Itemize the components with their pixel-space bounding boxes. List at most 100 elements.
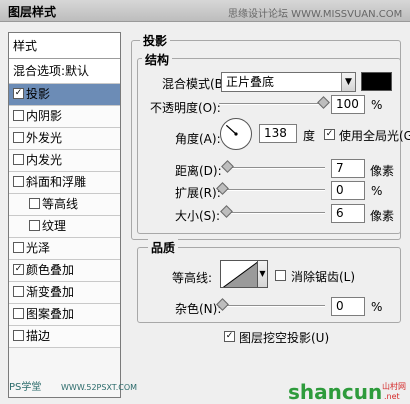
style-item-label: 内发光 bbox=[26, 153, 63, 167]
anti-alias-checkbox[interactable] bbox=[275, 270, 286, 281]
style-item[interactable]: 图案叠加 bbox=[9, 304, 120, 326]
distance-label: 距离(D): bbox=[175, 164, 222, 178]
opacity-unit: % bbox=[371, 98, 383, 112]
angle-input[interactable]: 138 bbox=[259, 124, 297, 143]
style-item-checkbox[interactable] bbox=[13, 176, 24, 187]
style-item-checkbox[interactable] bbox=[13, 308, 24, 319]
style-item-label: 外发光 bbox=[26, 131, 63, 145]
global-light-checkbox[interactable]: ✓ bbox=[324, 129, 335, 140]
chevron-down-icon: ▼ bbox=[341, 73, 355, 91]
spread-unit: % bbox=[371, 184, 383, 198]
angle-dial-indicator bbox=[225, 124, 238, 136]
global-light-label: 使用全局光(G) bbox=[339, 129, 410, 143]
panel-watermark-url: WWW.52PSXT.COM bbox=[61, 383, 138, 392]
style-item-label: 等高线 bbox=[42, 197, 79, 211]
contour-curve bbox=[222, 261, 257, 287]
style-item-checkbox[interactable] bbox=[13, 242, 24, 253]
size-value: 6 bbox=[336, 206, 344, 220]
noise-slider-track bbox=[223, 305, 325, 307]
drop-shadow-title: 投影 bbox=[140, 32, 171, 49]
knockout-checkbox[interactable]: ✓ bbox=[224, 331, 235, 342]
knockout-label: 图层挖空投影(U) bbox=[239, 331, 330, 345]
contour-preview[interactable] bbox=[220, 260, 258, 288]
chevron-down-icon: ▼ bbox=[259, 269, 266, 278]
opacity-input[interactable]: 100 bbox=[331, 95, 365, 114]
logo-text: shancun bbox=[288, 380, 382, 404]
panel-watermark: PS学堂 bbox=[9, 382, 42, 393]
spread-label: 扩展(R): bbox=[175, 186, 221, 200]
quality-title: 品质 bbox=[148, 239, 179, 256]
noise-value: 0 bbox=[336, 299, 344, 313]
style-item-checkbox[interactable] bbox=[13, 132, 24, 143]
style-item[interactable]: 外发光 bbox=[9, 128, 120, 150]
distance-slider-track bbox=[223, 167, 325, 169]
blend-options-label: 混合选项:默认 bbox=[13, 64, 90, 78]
size-label: 大小(S): bbox=[175, 209, 221, 223]
style-item-label: 描边 bbox=[26, 329, 51, 343]
style-item-checkbox[interactable]: ✓ bbox=[13, 264, 24, 275]
angle-value: 138 bbox=[264, 126, 287, 140]
distance-unit: 像素 bbox=[370, 164, 395, 178]
style-item[interactable]: ✓ 投影 bbox=[9, 84, 120, 106]
anti-alias-label: 消除锯齿(L) bbox=[291, 270, 356, 284]
size-slider-track bbox=[223, 212, 325, 214]
style-item-label: 纹理 bbox=[42, 219, 67, 233]
angle-dial[interactable] bbox=[220, 118, 252, 150]
style-item-checkbox[interactable] bbox=[13, 330, 24, 341]
style-item-checkbox[interactable]: ✓ bbox=[13, 88, 24, 99]
style-item-label: 内阴影 bbox=[26, 109, 63, 123]
site-logo: shancun 山村网 .net bbox=[288, 380, 406, 404]
style-item-label: 渐变叠加 bbox=[26, 285, 75, 299]
style-item-label: 图案叠加 bbox=[26, 307, 75, 321]
style-item-checkbox[interactable] bbox=[29, 220, 40, 231]
spread-slider-track bbox=[223, 189, 325, 191]
style-item[interactable]: 内发光 bbox=[9, 150, 120, 172]
style-item-label: 投影 bbox=[26, 87, 51, 101]
style-item[interactable]: 等高线 bbox=[9, 194, 120, 216]
style-item[interactable]: 纹理 bbox=[9, 216, 120, 238]
window-title: 图层样式 bbox=[8, 5, 57, 19]
logo-suffix: 山村网 bbox=[382, 381, 406, 391]
style-item[interactable]: 渐变叠加 bbox=[9, 282, 120, 304]
styles-header: 样式 bbox=[9, 33, 120, 59]
noise-label: 杂色(N): bbox=[175, 302, 222, 316]
blend-mode-select[interactable]: 正片叠底 ▼ bbox=[221, 72, 356, 92]
watermark-text: 思缘设计论坛 WWW.MISSVUAN.COM bbox=[228, 9, 403, 20]
style-item-checkbox[interactable] bbox=[29, 198, 40, 209]
distance-input[interactable]: 7 bbox=[331, 159, 365, 178]
styles-panel: 样式 混合选项:默认 ✓ 投影 内阴影 外发光 内发光 斜面和浮雕 等高线 纹理 光泽 ✓ 颜色叠加… bbox=[8, 32, 137, 398]
style-item[interactable]: ✓ 颜色叠加 bbox=[9, 260, 120, 282]
structure-title: 结构 bbox=[142, 51, 173, 68]
noise-input[interactable]: 0 bbox=[331, 297, 365, 316]
size-input[interactable]: 6 bbox=[331, 204, 365, 223]
style-item-label: 颜色叠加 bbox=[26, 263, 75, 277]
opacity-slider-track bbox=[219, 103, 324, 105]
opacity-value: 100 bbox=[336, 97, 359, 111]
style-item[interactable]: 描边 bbox=[9, 326, 120, 348]
title-bar: 图层样式 思缘设计论坛 WWW.MISSVUAN.COM bbox=[0, 0, 410, 22]
style-item[interactable]: 内阴影 bbox=[9, 106, 120, 128]
blend-options-item[interactable]: 混合选项:默认 bbox=[9, 59, 120, 84]
spread-value: 0 bbox=[336, 183, 344, 197]
angle-label: 角度(A): bbox=[175, 132, 221, 146]
blend-mode-value: 正片叠底 bbox=[226, 75, 275, 89]
contour-label: 等高线: bbox=[172, 271, 213, 285]
style-item-checkbox[interactable] bbox=[13, 154, 24, 165]
logo-suffix2: .net bbox=[384, 392, 400, 401]
opacity-label: 不透明度(O): bbox=[150, 101, 221, 115]
size-unit: 像素 bbox=[370, 209, 395, 223]
style-item-label: 斜面和浮雕 bbox=[26, 175, 87, 189]
style-item-checkbox[interactable] bbox=[13, 286, 24, 297]
styles-header-label: 样式 bbox=[13, 39, 38, 53]
angle-unit: 度 bbox=[303, 129, 316, 143]
style-item[interactable]: 斜面和浮雕 bbox=[9, 172, 120, 194]
shadow-color-swatch[interactable] bbox=[361, 72, 392, 91]
contour-dropdown-button[interactable]: ▼ bbox=[258, 260, 268, 288]
style-item[interactable]: 光泽 bbox=[9, 238, 120, 260]
noise-unit: % bbox=[371, 300, 383, 314]
style-item-label: 光泽 bbox=[26, 241, 51, 255]
spread-input[interactable]: 0 bbox=[331, 181, 365, 200]
distance-value: 7 bbox=[336, 161, 344, 175]
style-list: ✓ 投影 内阴影 外发光 内发光 斜面和浮雕 等高线 纹理 光泽 ✓ 颜色叠加 渐变叠加 图案叠加 描边 bbox=[9, 84, 120, 348]
style-item-checkbox[interactable] bbox=[13, 110, 24, 121]
